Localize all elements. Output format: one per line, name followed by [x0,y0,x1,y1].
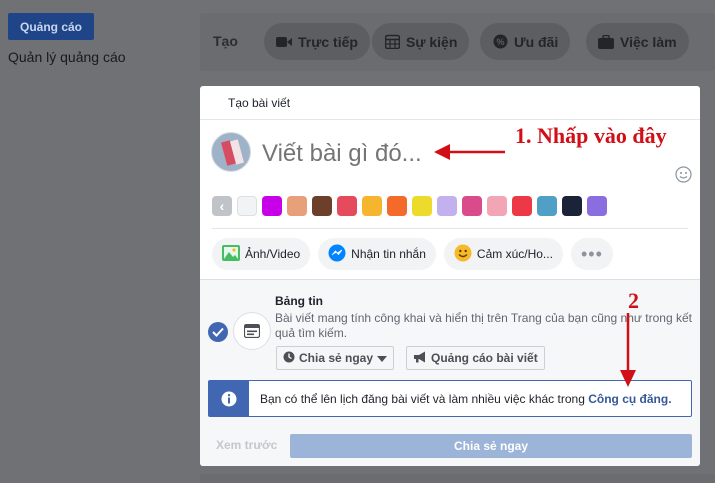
annotation-arrows [434,144,636,387]
annotation-step-2: 2 [628,288,639,313]
annotation-step-1: 1. Nhấp vào đây [515,123,667,148]
